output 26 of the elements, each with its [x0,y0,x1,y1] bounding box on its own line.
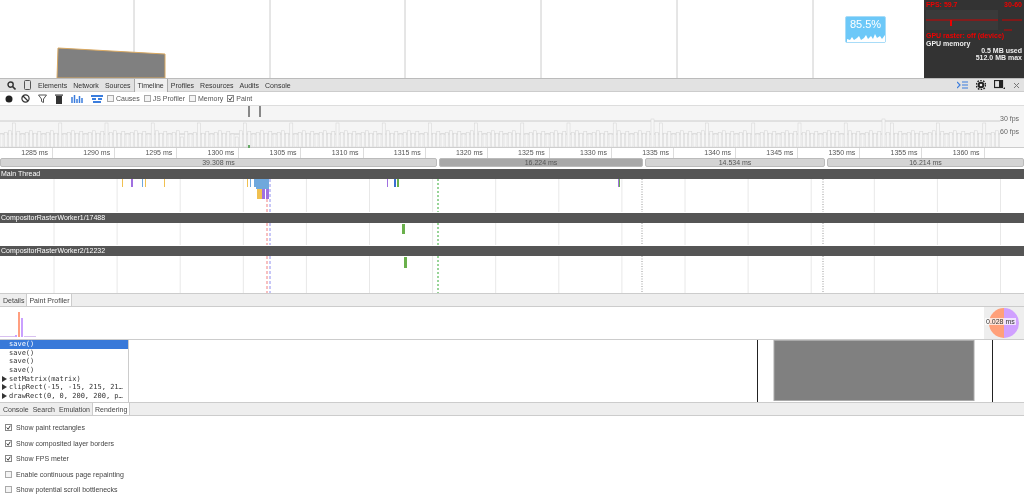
checkbox[interactable] [5,486,12,493]
record-icon[interactable] [5,94,13,103]
checkbox[interactable] [5,424,12,431]
expand-arrow-icon[interactable] [2,375,7,382]
checkbox[interactable] [107,95,114,102]
checkbox[interactable] [5,470,12,478]
bar-chart-icon[interactable] [71,94,83,103]
settings-icon[interactable] [976,80,986,90]
trash-icon[interactable] [55,93,63,104]
flame-chart-icon[interactable] [91,94,103,103]
close-icon[interactable] [1013,81,1020,89]
checkbox[interactable] [5,455,12,462]
checkbox[interactable] [227,95,235,102]
filter-icon[interactable] [38,94,47,103]
sparkline-icon [846,33,885,42]
expand-arrow-icon[interactable] [2,392,7,399]
mobile-device-icon[interactable] [24,80,31,90]
drawer-toggle-icon[interactable] [957,81,968,89]
checkbox[interactable] [5,439,12,447]
search-icon[interactable] [7,80,16,90]
checkbox[interactable] [189,95,197,102]
checkbox[interactable] [143,95,151,102]
dock-icon[interactable] [994,80,1005,90]
expand-arrow-icon[interactable] [2,384,7,391]
fps-percent: 85.5% [849,18,882,30]
clear-icon[interactable] [21,94,30,103]
